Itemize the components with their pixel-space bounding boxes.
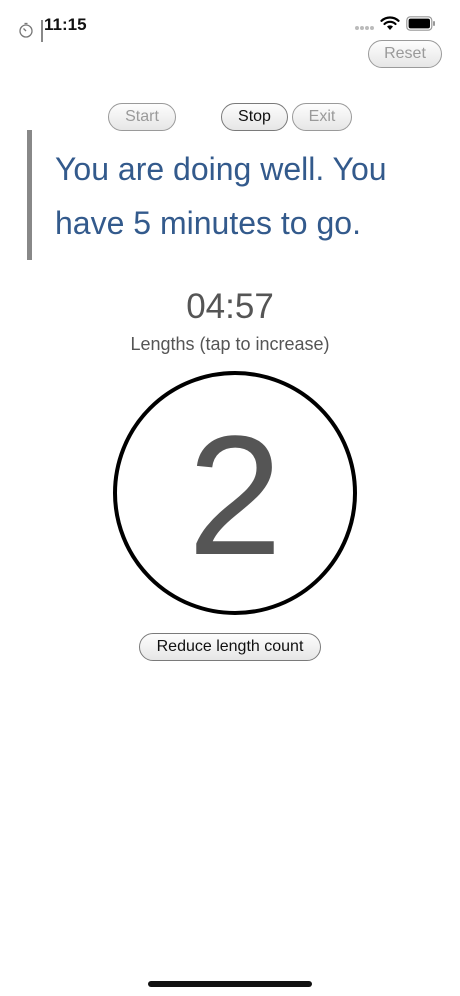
wifi-icon: [380, 16, 400, 30]
timer-icon: [19, 22, 33, 38]
message-quote-bar: [27, 130, 32, 260]
battery-icon: [406, 16, 435, 31]
reduce-length-button[interactable]: Reduce length count: [139, 633, 321, 661]
exit-button[interactable]: Exit: [292, 103, 352, 131]
reset-button[interactable]: Reset: [368, 40, 442, 68]
length-counter-button[interactable]: 2: [113, 371, 357, 615]
text-cursor: [41, 20, 43, 42]
signal-icon: [355, 26, 374, 30]
lengths-label: Lengths (tap to increase): [130, 334, 330, 354]
home-indicator: [148, 981, 312, 987]
status-time: 11:15: [44, 15, 87, 34]
progress-message: You are doing well. You have 5 minutes t…: [55, 151, 387, 241]
length-count: 2: [187, 401, 283, 591]
countdown-timer: 04:57: [186, 287, 274, 326]
status-bar: 11:15: [0, 0, 460, 44]
start-button[interactable]: Start: [108, 103, 176, 131]
stop-button[interactable]: Stop: [221, 103, 288, 131]
